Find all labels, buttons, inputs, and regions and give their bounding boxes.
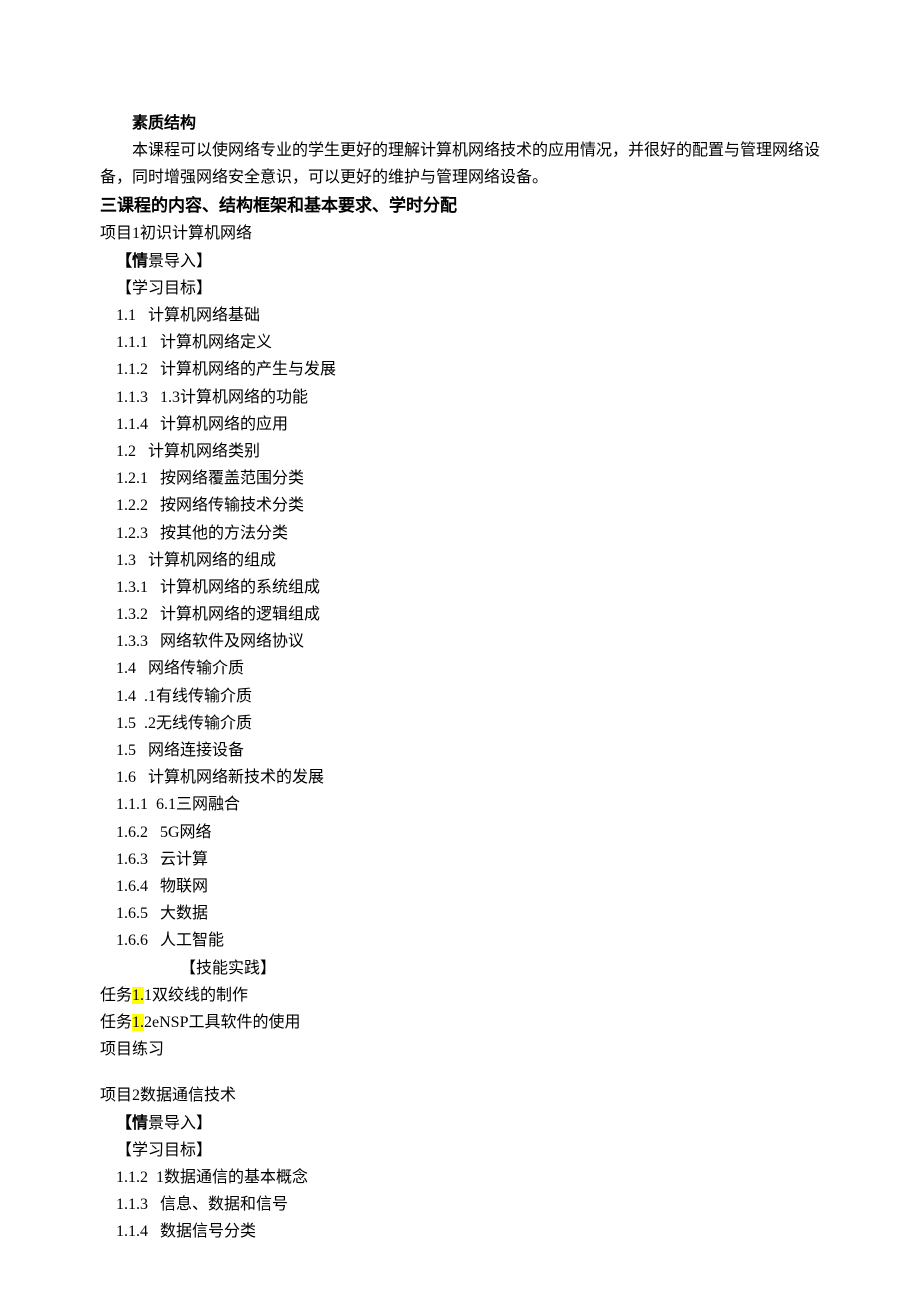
outline-item: 1.6.2 5G网络 <box>100 819 820 846</box>
task-highlight: 1. <box>132 1014 144 1031</box>
outline-item: 1.1.2 1数据通信的基本概念 <box>100 1164 820 1191</box>
outline-item: 1.2.2 按网络传输技术分类 <box>100 492 820 519</box>
outline-item: 1.1.4 数据信号分类 <box>100 1218 820 1245</box>
outline-item: 1.5 .2无线传输介质 <box>100 710 820 737</box>
quality-heading: 素质结构 <box>100 110 820 137</box>
outline-item: 1.2.3 按其他的方法分类 <box>100 520 820 547</box>
task-pre: 任务 <box>100 1014 132 1031</box>
outline-item: 1.3.3 网络软件及网络协议 <box>100 628 820 655</box>
project-1-title: 项目1初识计算机网络 <box>100 220 820 247</box>
scene-rest: 景导入】 <box>148 253 212 270</box>
outline-item: 1.1.3 信息、数据和信号 <box>100 1191 820 1218</box>
scene-open: 【情 <box>116 253 148 270</box>
outline-item: 1.2.1 按网络覆盖范围分类 <box>100 465 820 492</box>
outline-item: 1.1.3 1.3计算机网络的功能 <box>100 384 820 411</box>
outline-item: 1.4 .1有线传输介质 <box>100 683 820 710</box>
outline-item: 1.5 网络连接设备 <box>100 737 820 764</box>
section-3-title: 三课程的内容、结构框架和基本要求、学时分配 <box>100 192 820 221</box>
outline-item: 1.4 网络传输介质 <box>100 655 820 682</box>
quality-paragraph: 本课程可以使网络专业的学生更好的理解计算机网络技术的应用情况，并很好的配置与管理… <box>100 137 820 191</box>
task-pre: 任务 <box>100 987 132 1004</box>
outline-item: 1.1.1 计算机网络定义 <box>100 329 820 356</box>
task-post: 1双绞线的制作 <box>144 987 248 1004</box>
outline-item: 1.6.4 物联网 <box>100 873 820 900</box>
outline-item: 1.6 计算机网络新技术的发展 <box>100 764 820 791</box>
outline-item: 1.1.4 计算机网络的应用 <box>100 411 820 438</box>
task-1: 任务1.1双绞线的制作 <box>100 982 820 1009</box>
task-2: 任务1.2eNSP工具软件的使用 <box>100 1009 820 1036</box>
scene-marker: 【情景导入】 <box>100 248 820 275</box>
outline-item: 1.1.2 计算机网络的产生与发展 <box>100 356 820 383</box>
outline-item: 1.6.6 人工智能 <box>100 927 820 954</box>
scene-rest: 景导入】 <box>148 1115 212 1132</box>
goal-marker: 【学习目标】 <box>100 1137 820 1164</box>
task-post: 2eNSP工具软件的使用 <box>144 1014 300 1031</box>
project-practice: 项目练习 <box>100 1036 820 1063</box>
outline-item: 1.3.1 计算机网络的系统组成 <box>100 574 820 601</box>
outline-item: 1.3.2 计算机网络的逻辑组成 <box>100 601 820 628</box>
outline-item: 1.3 计算机网络的组成 <box>100 547 820 574</box>
outline-item: 1.6.5 大数据 <box>100 900 820 927</box>
outline-item: 1.1 计算机网络基础 <box>100 302 820 329</box>
outline-item: 1.1.1 6.1三网融合 <box>100 791 820 818</box>
outline-item: 1.2 计算机网络类别 <box>100 438 820 465</box>
outline-item: 1.6.3 云计算 <box>100 846 820 873</box>
skill-marker: 【技能实践】 <box>100 955 820 982</box>
scene-marker: 【情景导入】 <box>100 1110 820 1137</box>
task-highlight: 1. <box>132 987 144 1004</box>
goal-marker: 【学习目标】 <box>100 275 820 302</box>
scene-open: 【情 <box>116 1115 148 1132</box>
project-2-title: 项目2数据通信技术 <box>100 1082 820 1109</box>
